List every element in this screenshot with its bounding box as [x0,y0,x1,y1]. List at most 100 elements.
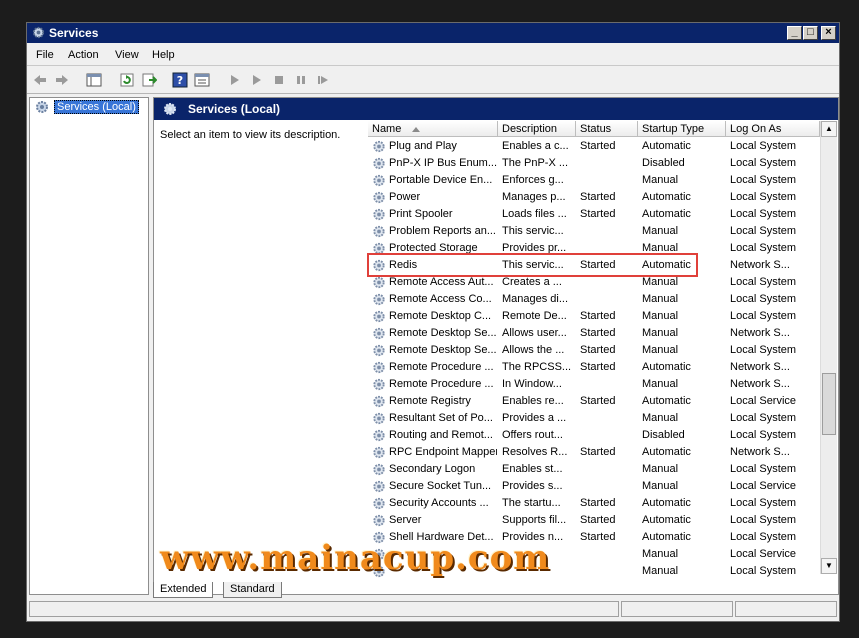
table-row[interactable]: Remote Desktop C... Remote De... Started Ma… [368,308,820,325]
refresh-icon[interactable] [119,72,135,88]
start-service-2-icon[interactable] [249,72,265,88]
service-description: Enables st... [502,463,563,475]
details-header: Services (Local) [154,98,838,120]
start-service-icon[interactable] [227,72,243,88]
status-pane-3 [735,601,837,617]
scroll-thumb[interactable] [822,373,836,435]
service-log-on-as: Local Service [730,548,797,560]
service-description: Loads files ... [502,208,567,220]
table-row[interactable]: Resultant Set of Po... Provides a ... Manu… [368,410,820,427]
service-gear-icon [371,139,387,154]
column-name[interactable]: Name [368,121,498,137]
service-name: Security Accounts ... [389,497,489,509]
service-log-on-as: Local System [730,174,797,186]
service-gear-icon [371,343,387,358]
service-gear-icon [371,326,387,341]
scroll-down-arrow-icon[interactable]: ▼ [821,558,837,574]
services-gear-icon [164,103,176,115]
service-log-on-as: Local System [730,293,797,305]
table-row[interactable]: Remote Access Co... Manages di... Manual Lo… [368,291,820,308]
minimize-button[interactable]: _ [787,26,802,40]
service-gear-icon [371,190,387,205]
table-row[interactable]: Plug and Play Enables a c... Started Automa… [368,138,820,155]
export-list-icon[interactable] [141,72,157,88]
maximize-button[interactable]: □ [803,26,818,40]
help-icon[interactable]: ? [172,72,188,88]
column-startup-type[interactable]: Startup Type [638,121,726,137]
table-row[interactable]: Remote Desktop Se... Allows the ... Starte… [368,342,820,359]
services-list: Name Description Status Startup Type Log… [368,121,837,578]
restart-service-icon[interactable] [315,72,331,88]
vertical-scrollbar[interactable]: ▲ ▼ [820,121,837,574]
service-log-on-as: Local System [730,140,797,152]
service-startup-type: Automatic [642,395,691,407]
table-row[interactable]: Portable Device En... Enforces g... Manual… [368,172,820,189]
service-gear-icon [371,156,387,171]
stop-service-icon[interactable] [271,72,287,88]
table-row[interactable]: PnP-X IP Bus Enum... The PnP-X ... Disable… [368,155,820,172]
service-log-on-as: Local System [730,242,797,254]
menu-bar: File Action View Help [27,45,839,66]
title-bar[interactable]: Services _ □ × [27,23,839,43]
table-row[interactable]: Remote Desktop Se... Allows user... Starte… [368,325,820,342]
table-row[interactable]: Remote Procedure ... The RPCSS... Started A… [368,359,820,376]
table-row[interactable]: Problem Reports an... This servic... Manua… [368,223,820,240]
table-row[interactable]: RPC Endpoint Mapper Resolves R... Started A… [368,444,820,461]
service-log-on-as: Local Service [730,395,797,407]
service-name: Print Spooler [389,208,453,220]
service-startup-type: Manual [642,293,679,305]
service-startup-type: Automatic [642,140,691,152]
table-row[interactable]: Routing and Remot... Offers rout... Disabl… [368,427,820,444]
properties-icon[interactable] [194,72,210,88]
tab-extended[interactable]: Extended [153,582,214,598]
service-name: Server [389,514,422,526]
service-startup-type: Manual [642,327,679,339]
tree-item-label: Services (Local) [54,100,139,114]
service-name: Remote Desktop Se... [389,344,497,356]
scroll-up-arrow-icon[interactable]: ▲ [821,121,837,137]
service-log-on-as: Local System [730,310,797,322]
back-icon[interactable] [32,72,48,88]
service-log-on-as: Local System [730,225,797,237]
table-row[interactable]: Remote Registry Enables re... Started Autom… [368,393,820,410]
forward-icon[interactable] [54,72,70,88]
pause-service-icon[interactable] [293,72,309,88]
table-row[interactable]: Server Supports fil... Started Automatic Loc… [368,512,820,529]
table-row[interactable]: Secure Socket Tun... Provides s... Manual L… [368,478,820,495]
menu-action[interactable]: Action [68,49,99,61]
service-description: Remote De... [502,310,567,322]
service-name: Routing and Remot... [389,429,493,441]
close-button[interactable]: × [821,26,836,40]
service-startup-type: Manual [642,565,679,577]
column-headers: Name Description Status Startup Type Log… [368,121,820,138]
service-startup-type: Manual [642,412,679,424]
service-description: Enforces g... [502,174,564,186]
column-status[interactable]: Status [576,121,638,137]
menu-view[interactable]: View [115,49,139,61]
service-startup-type: Manual [642,225,679,237]
column-description[interactable]: Description [498,121,576,137]
table-row[interactable]: Security Accounts ... The startu... Starte… [368,495,820,512]
service-gear-icon [371,309,387,324]
status-pane-main [29,601,619,617]
service-startup-type: Automatic [642,514,691,526]
column-log-on-as[interactable]: Log On As [726,121,820,137]
service-startup-type: Automatic [642,191,691,203]
tab-standard[interactable]: Standard [223,582,282,598]
toolbar: ? [27,67,839,94]
menu-help[interactable]: Help [152,49,175,61]
service-gear-icon [371,207,387,222]
service-gear-icon [371,479,387,494]
table-row[interactable]: Power Manages p... Started Automatic Local S… [368,189,820,206]
service-description: In Window... [502,378,562,390]
table-row[interactable]: Secondary Logon Enables st... Manual Local … [368,461,820,478]
table-row[interactable]: Print Spooler Loads files ... Started Autom… [368,206,820,223]
service-log-on-as: Local System [730,429,797,441]
show-hide-console-tree-icon[interactable] [86,72,102,88]
service-gear-icon [371,224,387,239]
table-row[interactable]: Remote Procedure ... In Window... Manual Ne… [368,376,820,393]
status-bar [29,599,837,619]
menu-file[interactable]: File [36,49,54,61]
column-name-label: Name [372,123,402,135]
service-startup-type: Manual [642,310,679,322]
